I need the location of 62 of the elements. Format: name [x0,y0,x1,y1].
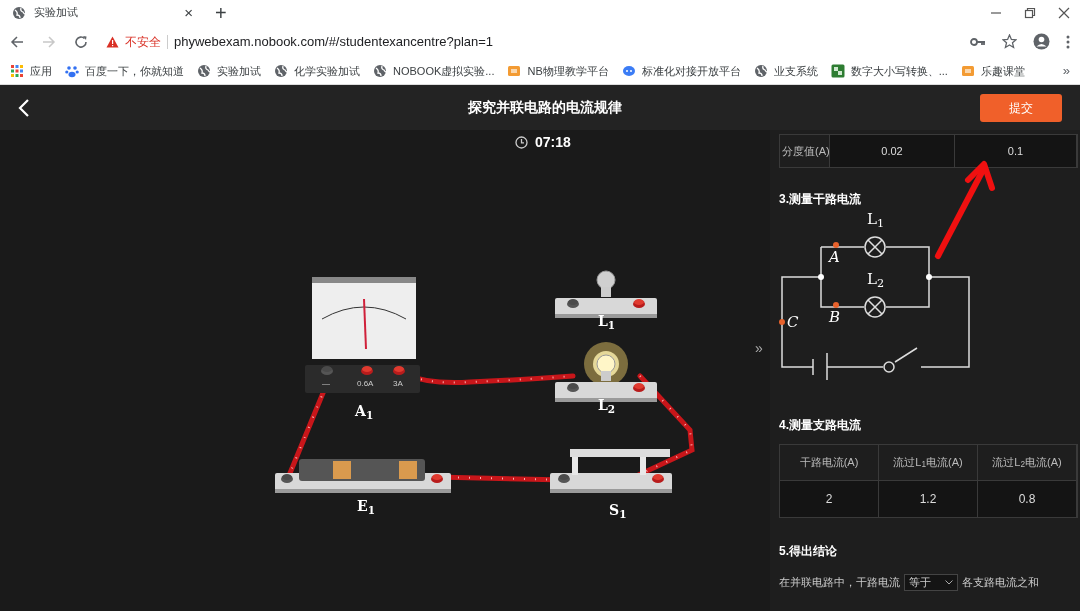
paw-icon [65,64,79,78]
restore-icon[interactable] [1024,6,1036,19]
timer-text: 07:18 [535,133,571,152]
new-tab-button[interactable]: + [215,2,227,23]
component-label: L$_{2}$ [598,396,616,416]
point-label: A [829,250,840,265]
component-label: L$_{1}$ [598,312,616,332]
component-label: E$_{1}$ [357,497,375,517]
terminal-label: 3A [393,378,403,390]
section-title: 3.测量干路电流 [779,191,862,208]
security-warning: 不安全 [125,33,161,51]
close-icon[interactable] [1058,6,1070,19]
lamp-label: L$_{1}$ [867,212,885,227]
warning-icon [106,35,119,48]
lamp-label: L$_{2}$ [867,272,885,287]
bookmark-link[interactable]: 百度一下，你就知道 [65,62,184,80]
apps-grid-icon [10,64,24,78]
clock-icon [515,136,528,149]
bookmark-link[interactable]: 乐趣课堂 [960,62,1025,80]
account-icon[interactable] [1033,33,1050,50]
bookmark-link[interactable]: 化学实验加试 [274,62,360,80]
component-label: S$_{1}$ [609,501,627,521]
conclusion-text: 在并联电路中，干路电流 [779,575,900,591]
point-label: B [829,310,841,325]
terminal-label: — [322,378,330,390]
terminal-label: 0.6A [357,378,374,390]
point-label: C [787,315,799,330]
bookmark-link[interactable]: 实验加试 [197,62,261,80]
chevron-down-icon [945,580,953,585]
key-icon[interactable] [970,36,986,47]
reload-icon[interactable] [74,34,88,49]
bookmark-star-icon[interactable] [1002,34,1017,49]
back-icon[interactable] [10,34,24,49]
conclusion-dropdown[interactable]: 等于 [904,574,958,591]
globe-icon [753,64,768,78]
page-title: 探究并联电路的电流规律 [467,98,623,117]
collapse-panel-button[interactable]: » [755,338,763,359]
bookmark-link[interactable]: 标准化对接开放平台 [621,62,741,80]
globe-icon [12,5,26,20]
section-title: 4.测量支路电流 [779,417,862,434]
table-cell: 0.8 [978,481,1077,517]
bookmark-link[interactable]: 业支系统 [753,62,818,80]
robot-icon [621,64,636,78]
globe-icon [373,64,387,78]
globe-icon [274,64,288,78]
bookmarks-overflow-button[interactable]: » [1062,61,1070,81]
menu-icon[interactable] [1066,34,1070,49]
component-label: A$_{1}$ [355,402,374,422]
bookmark-link[interactable]: NOBOOK虚拟实验... [373,62,495,80]
bookmark-link[interactable]: 数字大小写转换、... [830,62,948,80]
bookmark-link[interactable]: 应用 [10,62,52,80]
bookmark-link[interactable]: NB物理教学平台 [507,62,609,80]
table-cell: 0.02 [830,135,955,167]
url-text: phywebexam.nobook.com/#/studentexancentre?plan=1 [174,32,494,51]
conclusion-text: 各支路电流之和 [962,575,1039,591]
globe-icon [197,64,211,78]
table-cell: 0.1 [955,135,1077,167]
table-cell: 2 [780,481,879,517]
close-tab-button[interactable]: × [184,5,193,20]
section-title: 5.得出结论 [779,543,838,560]
table-cell: 1.2 [879,481,978,517]
spreadsheet-icon [830,64,845,78]
